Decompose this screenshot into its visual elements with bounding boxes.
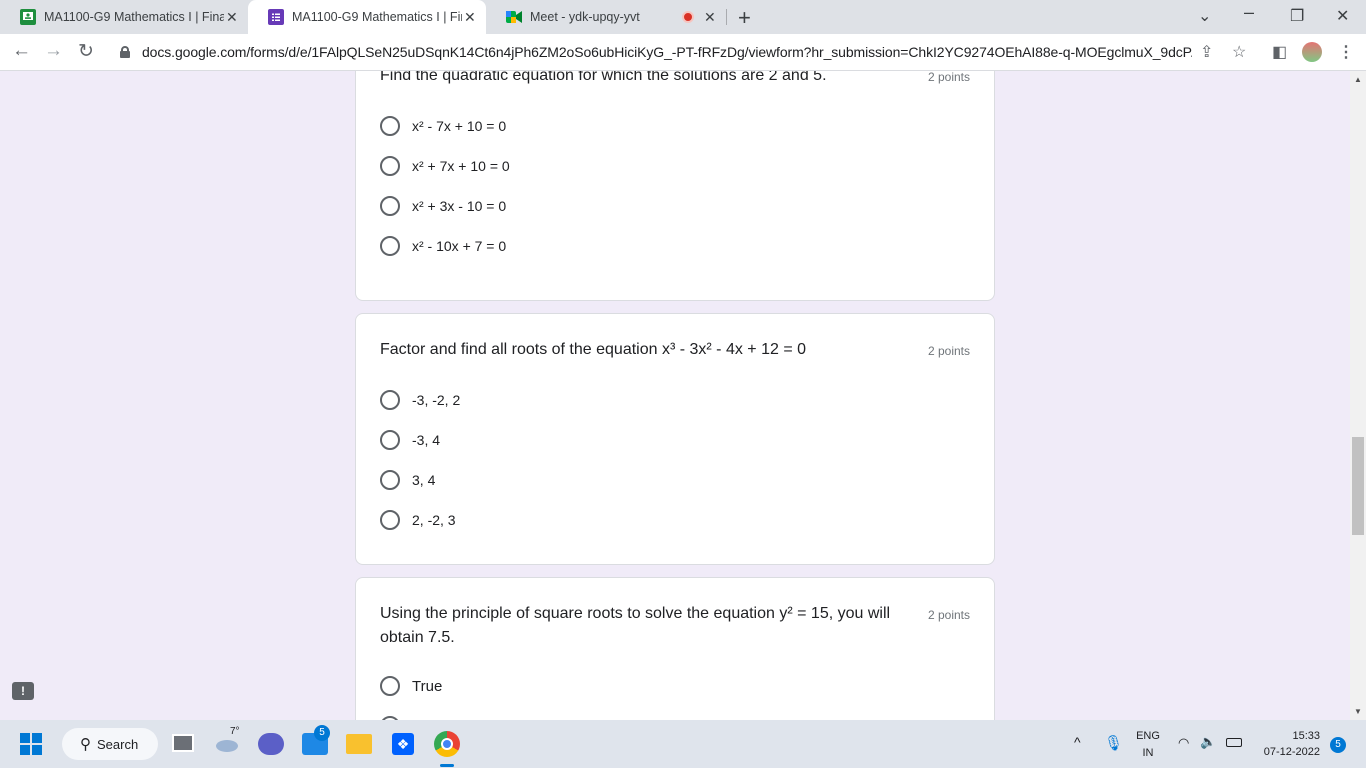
microphone-icon[interactable]: 🎙 — [1104, 734, 1123, 752]
weather-widget[interactable]: 7° — [214, 726, 240, 752]
address-bar[interactable]: docs.google.com/forms/d/e/1FAlpQLSeN25uD… — [110, 37, 1260, 67]
radio-button[interactable] — [380, 390, 400, 410]
volume-icon[interactable]: 🔈 — [1200, 734, 1216, 750]
radio-button[interactable] — [380, 116, 400, 136]
report-problem-icon[interactable]: ! — [12, 682, 34, 700]
radio-button[interactable] — [380, 676, 400, 696]
tab-meet[interactable]: Meet - ydk-upqy-yvt ✕ — [486, 0, 726, 34]
option-label: x² + 7x + 10 = 0 — [412, 158, 510, 174]
forms-icon — [268, 9, 284, 25]
teams-chat-icon[interactable] — [258, 733, 284, 755]
option-row[interactable]: -3, 4 — [380, 428, 440, 452]
question-card: Find the quadratic equation for which th… — [355, 71, 995, 301]
clock-date[interactable]: 07-12-2022 — [1252, 746, 1320, 758]
search-label: Search — [97, 736, 139, 752]
tab-classroom[interactable]: MA1100-G9 Mathematics I | Final ✕ — [0, 0, 248, 34]
mail-badge: 5 — [314, 725, 330, 741]
tab-forms[interactable]: MA1100-G9 Mathematics I | Final ✕ — [248, 0, 486, 34]
restore-button[interactable]: ❐ — [1290, 6, 1304, 26]
tab-title: MA1100-G9 Mathematics I | Final — [44, 10, 224, 24]
option-label: x² - 10x + 7 = 0 — [412, 238, 507, 254]
mail-icon[interactable]: 5 — [302, 725, 330, 755]
lang-top[interactable]: ENG — [1134, 730, 1162, 742]
tab-search-icon[interactable]: ⌄ — [1198, 6, 1211, 26]
meet-icon — [506, 9, 522, 25]
question-title: Find the quadratic equation for which th… — [380, 71, 827, 84]
close-icon[interactable]: ✕ — [464, 9, 476, 26]
option-row[interactable]: x² - 10x + 7 = 0 — [380, 234, 506, 258]
close-icon[interactable]: ✕ — [704, 9, 716, 26]
question-card: Using the principle of square roots to s… — [355, 577, 995, 720]
option-label: -3, -2, 2 — [412, 392, 461, 408]
url-text: docs.google.com/forms/d/e/1FAlpQLSeN25uD… — [142, 44, 1192, 60]
form-page: Find the quadratic equation for which th… — [0, 71, 1350, 720]
scroll-down-arrow-icon[interactable]: ▼ — [1354, 707, 1362, 716]
dropbox-icon[interactable]: ❖ — [392, 733, 414, 755]
back-icon[interactable]: ← — [12, 40, 31, 62]
option-label: True — [412, 677, 443, 695]
tab-strip: MA1100-G9 Mathematics I | Final ✕ MA1100… — [0, 0, 1366, 34]
browser-toolbar: ← → ↻ docs.google.com/forms/d/e/1FAlpQLS… — [0, 34, 1366, 71]
option-label: -3, 4 — [412, 432, 441, 448]
menu-icon[interactable]: ⋮ — [1338, 42, 1354, 62]
radio-button[interactable] — [380, 196, 400, 216]
option-label: 3, 4 — [412, 472, 436, 488]
option-row[interactable]: 2, -2, 3 — [380, 508, 456, 532]
tab-title: Meet - ydk-upqy-yvt — [530, 10, 640, 24]
battery-icon[interactable] — [1226, 738, 1242, 747]
profile-avatar[interactable] — [1302, 42, 1322, 62]
scroll-up-arrow-icon[interactable]: ▲ — [1354, 75, 1362, 84]
radio-button[interactable] — [380, 470, 400, 490]
active-app-indicator — [440, 764, 454, 767]
lang-bottom[interactable]: IN — [1134, 747, 1162, 759]
reload-icon[interactable]: ↻ — [78, 40, 94, 63]
search-icon: ⚲ — [80, 736, 91, 753]
question-title: Using the principle of square roots to s… — [380, 605, 891, 646]
side-panel-icon[interactable]: ◧ — [1272, 42, 1287, 62]
question-points: 2 points — [927, 608, 970, 622]
task-view-icon[interactable] — [172, 734, 194, 752]
tab-separator — [726, 9, 727, 25]
share-icon[interactable]: ⇪ — [1200, 42, 1213, 62]
radio-button[interactable] — [380, 236, 400, 256]
option-row[interactable]: x² + 7x + 10 = 0 — [380, 154, 510, 178]
radio-button[interactable] — [380, 510, 400, 530]
new-tab-button[interactable]: + — [738, 5, 751, 31]
file-explorer-icon[interactable] — [346, 734, 372, 754]
question-title: Factor and find all roots of the equatio… — [380, 341, 807, 358]
recording-icon — [682, 11, 694, 23]
option-row[interactable]: x² + 3x - 10 = 0 — [380, 194, 506, 218]
option-row[interactable]: 3, 4 — [380, 468, 435, 492]
option-row[interactable]: x² - 7x + 10 = 0 — [380, 114, 506, 138]
taskbar: ⚲ Search 7° 5 ❖ ^ 🎙 ENG IN ◠ 🔈 15:33 07-… — [0, 720, 1366, 768]
windows-start-icon[interactable] — [20, 733, 42, 755]
option-row[interactable]: -3, -2, 2 — [380, 388, 460, 412]
chevron-up-icon[interactable]: ^ — [1074, 734, 1081, 750]
scroll-thumb[interactable] — [1352, 437, 1364, 535]
page-scrollbar[interactable]: ▲ ▼ — [1350, 71, 1366, 720]
question-card: Factor and find all roots of the equatio… — [355, 313, 995, 565]
clock-time[interactable]: 15:33 — [1258, 730, 1320, 742]
chrome-icon[interactable] — [434, 731, 460, 757]
minimize-button[interactable]: – — [1244, 2, 1254, 23]
radio-button[interactable] — [380, 430, 400, 450]
classroom-icon — [20, 9, 36, 25]
close-window-button[interactable]: ✕ — [1336, 6, 1349, 26]
radio-button[interactable] — [380, 156, 400, 176]
question-points: 2 points — [927, 71, 970, 84]
bookmark-star-icon[interactable]: ☆ — [1232, 42, 1246, 62]
question-points: 2 points — [927, 344, 970, 358]
option-row[interactable]: True — [380, 674, 442, 698]
close-icon[interactable]: ✕ — [226, 9, 238, 26]
weather-temp: 7° — [230, 726, 240, 737]
option-label: x² + 3x - 10 = 0 — [412, 198, 507, 214]
notification-badge[interactable]: 5 — [1330, 737, 1346, 753]
taskbar-search[interactable]: ⚲ Search — [62, 728, 158, 760]
tab-title: MA1100-G9 Mathematics I | Final — [292, 10, 462, 24]
wifi-icon[interactable]: ◠ — [1178, 735, 1189, 751]
forward-icon[interactable]: → — [44, 40, 63, 62]
option-label: x² - 7x + 10 = 0 — [412, 118, 507, 134]
option-label: 2, -2, 3 — [412, 512, 456, 528]
lock-icon — [120, 46, 130, 58]
